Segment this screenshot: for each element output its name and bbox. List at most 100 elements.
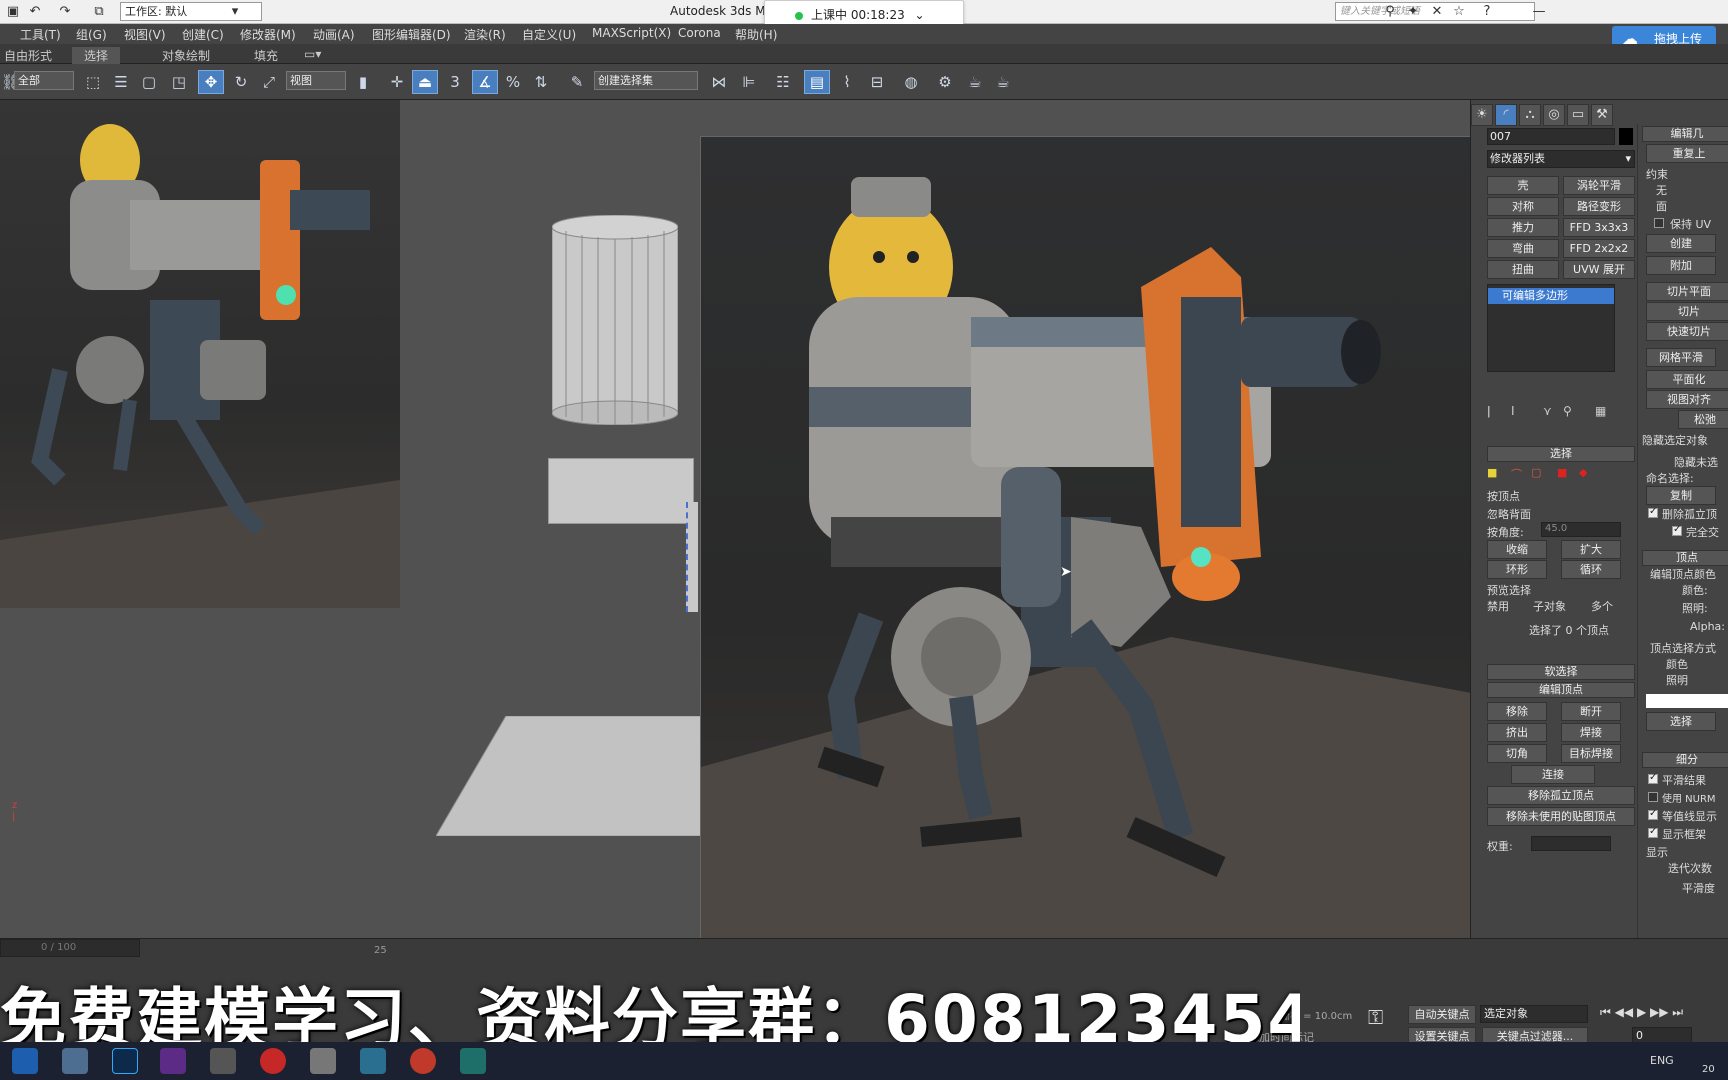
- menu-modifiers[interactable]: 修改器(M): [240, 26, 296, 43]
- break-button[interactable]: 断开: [1561, 702, 1621, 721]
- select-button[interactable]: 选择: [1646, 712, 1716, 731]
- subdivision-rollout[interactable]: 细分: [1642, 752, 1728, 768]
- relax-button[interactable]: 松弛: [1678, 410, 1728, 429]
- constraint-face-radio[interactable]: 面: [1656, 198, 1667, 214]
- menu-create[interactable]: 创建(C): [182, 26, 224, 43]
- star-icon[interactable]: ☆: [1450, 3, 1468, 21]
- spinner-snap-icon[interactable]: ⇅: [528, 70, 554, 94]
- loop-button[interactable]: 循环: [1561, 560, 1621, 579]
- by-vertex-label[interactable]: 按顶点: [1487, 488, 1520, 504]
- modifier-ffd333-button[interactable]: FFD 3x3x3: [1563, 218, 1635, 237]
- ignore-backfacing-label[interactable]: 忽略背面: [1487, 506, 1531, 522]
- extrude-button[interactable]: 挤出: [1487, 723, 1547, 742]
- edit-vertices-rollout[interactable]: 编辑顶点: [1487, 682, 1635, 698]
- language-indicator[interactable]: ENG: [1650, 1054, 1674, 1067]
- create-button[interactable]: 创建: [1646, 234, 1716, 253]
- rotate-icon[interactable]: ↻: [228, 70, 254, 94]
- scale-icon[interactable]: ⤢: [256, 70, 282, 94]
- make-unique-icon[interactable]: ⋎: [1543, 404, 1552, 418]
- menu-customize[interactable]: 自定义(U): [522, 26, 576, 43]
- select-by-name-icon[interactable]: ☰: [108, 70, 134, 94]
- menu-help[interactable]: 帮助(H): [735, 26, 777, 43]
- menu-corona[interactable]: Corona: [678, 26, 721, 40]
- modifier-symmetry-button[interactable]: 对称: [1487, 197, 1559, 216]
- smooth-result-checkbox[interactable]: [1648, 772, 1658, 784]
- undo-icon[interactable]: ↶: [26, 3, 44, 21]
- selected-object-edge[interactable]: [686, 502, 698, 612]
- plane-primitive[interactable]: [436, 716, 716, 836]
- modifier-shell-button[interactable]: 壳: [1487, 176, 1559, 195]
- select-by-illum-radio[interactable]: 照明: [1666, 672, 1688, 688]
- percent-snap-icon[interactable]: %: [500, 70, 526, 94]
- align-icon[interactable]: ⊫: [736, 70, 762, 94]
- selection-filter-select[interactable]: 全部: [14, 71, 74, 90]
- chevron-down-icon[interactable]: ⌄: [915, 8, 925, 22]
- explorer-icon[interactable]: [62, 1048, 88, 1074]
- menu-group[interactable]: 组(G): [76, 26, 107, 43]
- preview-multi-radio[interactable]: 多个: [1591, 598, 1613, 614]
- motion-tab-icon[interactable]: ◎: [1543, 104, 1565, 126]
- edit-named-sel-icon[interactable]: ✎: [564, 70, 590, 94]
- menu-graph-editors[interactable]: 图形编辑器(D): [372, 26, 451, 43]
- link-icon[interactable]: ⛓: [0, 70, 20, 94]
- constraint-none-radio[interactable]: 无: [1656, 182, 1667, 198]
- modifier-list-select[interactable]: 修改器列表 ▾: [1487, 150, 1635, 168]
- start-icon[interactable]: [12, 1048, 38, 1074]
- modifier-pathdeform-button[interactable]: 路径变形: [1563, 197, 1635, 216]
- connect-button[interactable]: 连接: [1511, 765, 1595, 784]
- object-color-swatch[interactable]: [1619, 128, 1633, 145]
- help-icon[interactable]: ?: [1478, 3, 1496, 21]
- window-crossing-icon[interactable]: ◳: [166, 70, 192, 94]
- modifier-bend-button[interactable]: 弯曲: [1487, 239, 1559, 258]
- music-icon[interactable]: [410, 1048, 436, 1074]
- meshsmooth-button[interactable]: 网格平滑: [1646, 348, 1716, 367]
- stack-item-editable-poly[interactable]: 可编辑多边形: [1488, 288, 1614, 304]
- app-menu-icon[interactable]: ▣: [4, 3, 22, 21]
- hide-selected-button[interactable]: 隐藏选定对象: [1642, 432, 1708, 448]
- planarize-button[interactable]: 平面化: [1646, 370, 1728, 389]
- menu-views[interactable]: 视图(V): [124, 26, 166, 43]
- use-nurms-checkbox[interactable]: [1648, 792, 1658, 802]
- project-icon[interactable]: ⧉: [90, 3, 108, 21]
- preview-subobject-radio[interactable]: 子对象: [1533, 598, 1566, 614]
- app-icon-purple[interactable]: [160, 1048, 186, 1074]
- 3dsmax-icon[interactable]: [460, 1048, 486, 1074]
- menu-tools[interactable]: 工具(T): [20, 26, 61, 43]
- object-name-field[interactable]: 007: [1487, 128, 1615, 145]
- binoculars-icon[interactable]: ⚲: [1381, 3, 1399, 21]
- ribbon-options-icon[interactable]: ▭▾: [304, 47, 321, 61]
- mirror-icon[interactable]: ⋈: [706, 70, 732, 94]
- attach-button[interactable]: 附加: [1646, 256, 1716, 275]
- delete-isolated-checkbox[interactable]: [1648, 506, 1658, 518]
- menu-rendering[interactable]: 渲染(R): [464, 26, 506, 43]
- configure-sets-icon[interactable]: ▦: [1595, 404, 1606, 418]
- tab-freeform[interactable]: 自由形式: [4, 47, 52, 64]
- slice-plane-button[interactable]: 切片平面: [1646, 282, 1728, 301]
- vertex-properties-rollout[interactable]: 顶点: [1642, 550, 1728, 566]
- remove-modifier-icon[interactable]: ⚲: [1563, 404, 1572, 418]
- view-align-button[interactable]: 视图对齐: [1646, 390, 1728, 409]
- snap-toggle-icon[interactable]: 3: [442, 70, 468, 94]
- color-swatch[interactable]: [1646, 694, 1728, 708]
- utilities-tab-icon[interactable]: ⚒: [1591, 104, 1613, 126]
- tab-object-paint[interactable]: 对象绘制: [162, 47, 210, 64]
- display-tab-icon[interactable]: ▭: [1567, 104, 1589, 126]
- shrink-button[interactable]: 收缩: [1487, 540, 1547, 559]
- menu-animation[interactable]: 动画(A): [313, 26, 355, 43]
- menu-maxscript[interactable]: MAXScript(X): [592, 26, 671, 40]
- select-object-icon[interactable]: ⬚: [80, 70, 106, 94]
- tools-icon[interactable]: ✦: [1404, 3, 1422, 21]
- remove-button[interactable]: 移除: [1487, 702, 1547, 721]
- ring-button[interactable]: 环形: [1487, 560, 1547, 579]
- quick-slice-button[interactable]: 快速切片: [1646, 322, 1728, 341]
- render-frame-icon[interactable]: ☕: [962, 70, 988, 94]
- viewport[interactable]: z | ➤: [0, 100, 1470, 938]
- app-icon-cat[interactable]: [310, 1048, 336, 1074]
- selection-rollout[interactable]: 选择: [1487, 446, 1635, 462]
- photoshop-icon[interactable]: [112, 1048, 138, 1074]
- modifier-uvwunwrap-button[interactable]: UVW 展开: [1563, 260, 1635, 279]
- named-selection-select[interactable]: 创建选择集: [594, 71, 698, 90]
- select-by-color-radio[interactable]: 颜色: [1666, 656, 1688, 672]
- next-frame-icon[interactable]: ▶▶: [1650, 1005, 1668, 1019]
- redo-icon[interactable]: ↷: [56, 3, 74, 21]
